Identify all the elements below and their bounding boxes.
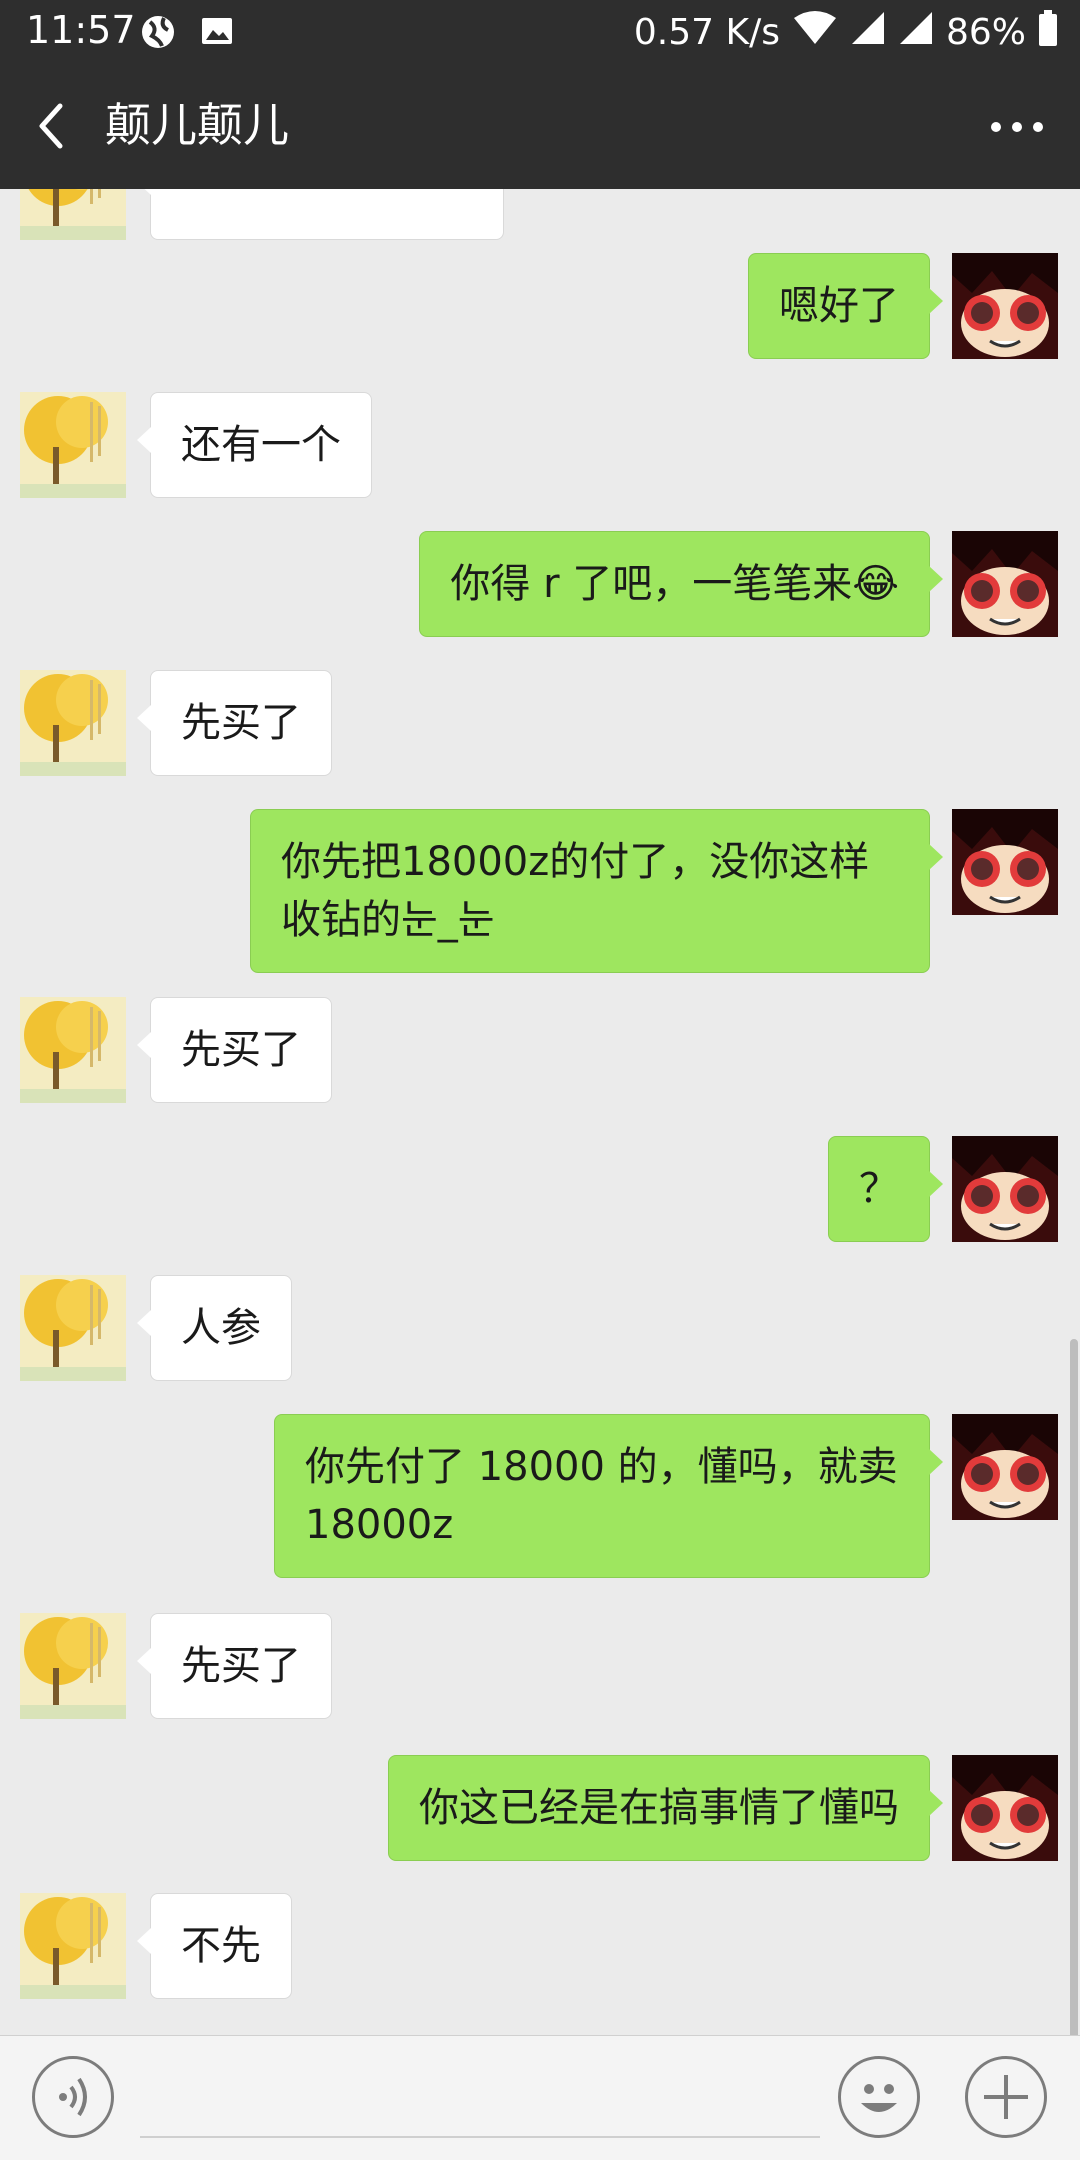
incoming-message-bubble[interactable]: 人参 (137, 1275, 292, 1381)
outgoing-message-bubble[interactable]: 你先付了 18000 的，懂吗，就卖 18000z (274, 1414, 943, 1578)
vpn-globe-icon (140, 14, 176, 54)
chat-scrollbar[interactable] (1070, 1339, 1078, 2035)
battery-level: 86% (945, 11, 1026, 53)
back-chevron-icon[interactable] (30, 98, 80, 154)
more-dots-icon[interactable] (984, 104, 1050, 150)
incoming-message-bubble[interactable]: 先买了 (137, 670, 332, 776)
message-input[interactable] (140, 2056, 820, 2138)
plus-icon[interactable] (965, 2056, 1047, 2138)
outgoing-message-bubble[interactable]: ？ (828, 1136, 943, 1242)
chat-title: 颠儿颠儿 (105, 98, 289, 152)
contact-avatar[interactable] (20, 670, 126, 776)
contact-avatar[interactable] (20, 1613, 126, 1719)
voice-icon[interactable] (32, 2056, 114, 2138)
contact-avatar[interactable] (20, 1275, 126, 1381)
my-avatar[interactable] (952, 253, 1058, 359)
my-avatar[interactable] (952, 809, 1058, 915)
my-avatar[interactable] (952, 531, 1058, 637)
contact-avatar[interactable] (20, 1893, 126, 1999)
outgoing-message-bubble[interactable]: 你先把18000z的付了，没你这样收钻的눈_눈 (250, 809, 943, 973)
signal-icon (850, 10, 886, 55)
net-speed: 0.57 K/s (633, 11, 780, 53)
chat-header: 颠儿颠儿 (0, 64, 1080, 189)
incoming-message-bubble[interactable]: 不先 (137, 1893, 292, 1999)
incoming-message-bubble[interactable]: 先买了 (137, 997, 332, 1103)
incoming-message-bubble[interactable]: 还有一个 (137, 392, 372, 498)
outgoing-message-bubble[interactable]: 你得 r 了吧，一笔笔来😂 (419, 531, 943, 637)
battery-icon (1038, 9, 1058, 55)
wifi-icon (792, 10, 838, 55)
contact-avatar[interactable] (20, 189, 126, 240)
chat-message-list[interactable]: 嗯好了 还有一个 你得 r 了吧，一笔笔来😂 先买了 你先把18000z的付了，… (0, 189, 1080, 2035)
signal-icon (898, 10, 934, 55)
status-bar: 11:57 0.57 K/s 86% (0, 0, 1080, 64)
status-time: 11:57 (26, 8, 136, 52)
contact-avatar[interactable] (20, 997, 126, 1103)
outgoing-message-bubble[interactable]: 你这已经是在搞事情了懂吗 (388, 1755, 943, 1861)
contact-avatar[interactable] (20, 392, 126, 498)
incoming-message-bubble[interactable]: 先买了 (137, 1613, 332, 1719)
outgoing-message-bubble[interactable]: 嗯好了 (748, 253, 943, 359)
image-icon (200, 14, 234, 52)
my-avatar[interactable] (952, 1136, 1058, 1242)
emoji-icon[interactable] (838, 2056, 920, 2138)
input-bar (0, 2035, 1080, 2160)
my-avatar[interactable] (952, 1755, 1058, 1861)
incoming-message-bubble[interactable] (137, 189, 504, 240)
my-avatar[interactable] (952, 1414, 1058, 1520)
